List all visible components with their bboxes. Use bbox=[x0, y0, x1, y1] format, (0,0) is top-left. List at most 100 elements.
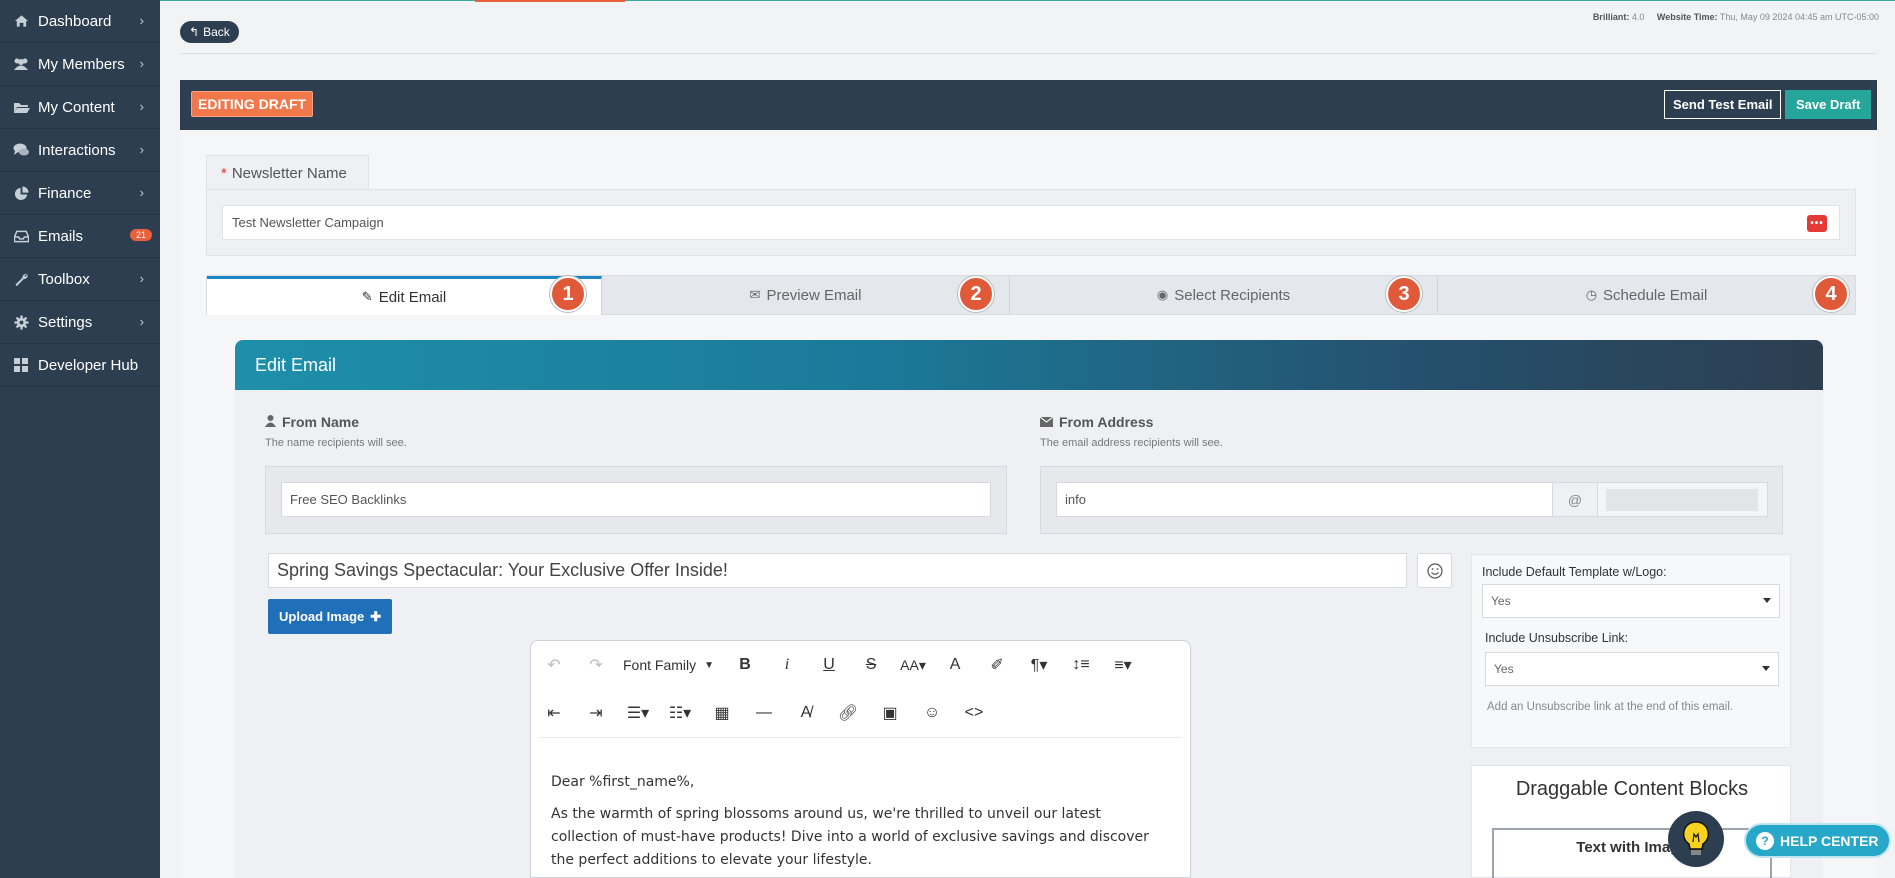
from-address-value: info bbox=[1065, 492, 1086, 507]
from-name-input[interactable]: Free SEO Backlinks bbox=[281, 482, 991, 517]
unordered-list-icon[interactable]: ☷▾ bbox=[665, 698, 695, 728]
content-block-card[interactable]: Text with Image bbox=[1492, 828, 1772, 878]
image-icon[interactable]: ▣ bbox=[875, 698, 905, 728]
sidebar-item-emails[interactable]: Emails 21 bbox=[0, 215, 160, 258]
sidebar-item-my-content[interactable]: My Content › bbox=[0, 86, 160, 129]
plus-icon: ✚ bbox=[370, 608, 382, 624]
tab-schedule-email[interactable]: ◷ Schedule Email bbox=[1438, 276, 1855, 314]
underline-icon[interactable]: U bbox=[814, 650, 844, 680]
tab-edit-email[interactable]: ✎ Edit Email bbox=[207, 276, 602, 315]
from-address-box: info @ bbox=[1040, 466, 1783, 534]
home-icon bbox=[12, 12, 30, 30]
from-name-help: The name recipients will see. bbox=[265, 437, 407, 449]
subject-value: Spring Savings Spectacular: Your Exclusi… bbox=[277, 560, 728, 580]
newsletter-name-label: Newsletter Name bbox=[231, 164, 347, 182]
back-button[interactable]: ↰ Back bbox=[180, 21, 239, 43]
undo-icon[interactable]: ↶ bbox=[539, 650, 569, 680]
newsletter-name-box: Test Newsletter Campaign ••• bbox=[206, 189, 1856, 256]
code-view-icon[interactable]: <> bbox=[959, 698, 989, 728]
newsletter-name-value: Test Newsletter Campaign bbox=[232, 215, 384, 230]
table-icon[interactable]: ▦ bbox=[707, 698, 737, 728]
sidebar-item-dashboard[interactable]: Dashboard › bbox=[0, 0, 160, 43]
indent-icon[interactable]: ⇥ bbox=[581, 698, 611, 728]
sidebar-item-settings[interactable]: Settings › bbox=[0, 301, 160, 344]
editor-paragraph: As the warmth of spring blossoms around … bbox=[551, 806, 1149, 868]
subject-input[interactable]: Spring Savings Spectacular: Your Exclusi… bbox=[268, 553, 1407, 588]
pie-chart-icon bbox=[12, 184, 30, 202]
step-tabs: ✎ Edit Email 1 ✉ Preview Email 2 ◉ Selec… bbox=[206, 275, 1856, 315]
chevron-right-icon: › bbox=[139, 13, 144, 28]
more-options-icon[interactable]: ••• bbox=[1807, 215, 1827, 232]
clear-format-icon[interactable]: A̸ bbox=[791, 698, 821, 728]
version-value: 4.0 bbox=[1631, 12, 1645, 22]
website-time-value: Thu, May 09 2024 04:45 am UTC-05:00 bbox=[1719, 12, 1879, 22]
font-size-icon[interactable]: AA▾ bbox=[898, 650, 928, 680]
italic-icon[interactable]: i bbox=[772, 650, 802, 680]
from-name-box: Free SEO Backlinks bbox=[265, 466, 1007, 534]
unsubscribe-link-label: Include Unsubscribe Link: bbox=[1485, 631, 1629, 645]
blocks-title: Draggable Content Blocks bbox=[1515, 778, 1749, 800]
emoji-picker-button[interactable] bbox=[1417, 553, 1452, 588]
tab-select-recipients[interactable]: ◉ Select Recipients bbox=[1010, 276, 1438, 314]
divider bbox=[180, 53, 1877, 54]
tab-label: Preview Email bbox=[766, 286, 862, 304]
sidebar-item-my-members[interactable]: My Members › bbox=[0, 43, 160, 86]
chevron-right-icon: › bbox=[139, 142, 144, 157]
newsletter-name-tab: * Newsletter Name bbox=[206, 155, 369, 190]
emoji-icon[interactable]: ☺ bbox=[917, 698, 947, 728]
step-number-badge: 1 bbox=[550, 276, 586, 312]
sidebar-item-label: Interactions bbox=[38, 141, 116, 159]
save-draft-button[interactable]: Save Draft bbox=[1785, 90, 1872, 119]
content-block-title: Text with Image bbox=[1576, 839, 1688, 856]
wrench-icon bbox=[12, 270, 30, 288]
sidebar-item-finance[interactable]: Finance › bbox=[0, 172, 160, 215]
bold-icon[interactable]: B bbox=[730, 650, 760, 680]
user-icon bbox=[265, 414, 276, 430]
sidebar-item-interactions[interactable]: Interactions › bbox=[0, 129, 160, 172]
sidebar-item-label: Dashboard bbox=[38, 12, 112, 30]
line-height-icon[interactable]: ↕≡ bbox=[1066, 650, 1096, 680]
tab-label: Edit Email bbox=[378, 288, 447, 306]
upload-image-label: Upload Image bbox=[279, 609, 365, 624]
newsletter-name-input[interactable]: Test Newsletter Campaign ••• bbox=[222, 205, 1840, 240]
site-info: Brilliant: 4.0 Website Time: Thu, May 09… bbox=[1593, 12, 1879, 22]
rich-text-editor[interactable]: ↶ ↷ Font Family ▼ B i U S AA▾ A ✐ ¶▾ ↕≡ … bbox=[530, 640, 1191, 878]
lightbulb-icon bbox=[1682, 821, 1710, 855]
align-icon[interactable]: ≡▾ bbox=[1108, 650, 1138, 680]
sidebar-item-label: Finance bbox=[38, 184, 92, 202]
editor-content[interactable]: Dear %first_name%, As the warmth of spri… bbox=[551, 771, 1171, 878]
link-icon[interactable]: 🔗︎ bbox=[833, 698, 863, 728]
strikethrough-icon[interactable]: S bbox=[856, 650, 886, 680]
redo-icon[interactable]: ↷ bbox=[581, 650, 611, 680]
sidebar-item-toolbox[interactable]: Toolbox › bbox=[0, 258, 160, 301]
from-address-input[interactable]: info bbox=[1056, 482, 1553, 517]
step-number-badge: 3 bbox=[1386, 276, 1422, 312]
from-name-label-text: From Name bbox=[282, 414, 360, 430]
text-color-icon[interactable]: A bbox=[940, 650, 970, 680]
inbox-icon bbox=[12, 227, 30, 245]
at-sign: @ bbox=[1552, 482, 1598, 517]
default-template-select[interactable]: Yes bbox=[1482, 584, 1780, 618]
question-icon: ? bbox=[1756, 831, 1774, 850]
tab-preview-email[interactable]: ✉ Preview Email bbox=[602, 276, 1010, 314]
chevron-right-icon: › bbox=[139, 56, 144, 71]
comments-icon bbox=[12, 141, 30, 159]
sidebar-item-label: Developer Hub bbox=[38, 356, 139, 374]
user-circle-icon: ◉ bbox=[1156, 287, 1169, 302]
paragraph-format-icon[interactable]: ¶▾ bbox=[1024, 650, 1054, 680]
outdent-icon[interactable]: ⇤ bbox=[539, 698, 569, 728]
upload-image-button[interactable]: Upload Image ✚ bbox=[268, 599, 393, 634]
ordered-list-icon[interactable]: ☰▾ bbox=[623, 698, 653, 728]
help-center-button[interactable]: ? HELP CENTER bbox=[1744, 823, 1891, 858]
send-test-email-button[interactable]: Send Test Email bbox=[1664, 90, 1782, 119]
sidebar-item-label: Toolbox bbox=[38, 270, 90, 288]
toolbar-divider bbox=[539, 737, 1182, 738]
unsubscribe-link-select[interactable]: Yes bbox=[1485, 652, 1779, 686]
default-template-value: Yes bbox=[1491, 594, 1511, 608]
horizontal-line-icon[interactable]: — bbox=[749, 698, 779, 728]
sidebar-item-label: My Content bbox=[38, 98, 115, 116]
lightbulb-button[interactable] bbox=[1668, 811, 1724, 867]
highlight-icon[interactable]: ✐ bbox=[982, 650, 1012, 680]
font-family-dropdown[interactable]: Font Family ▼ bbox=[623, 657, 714, 673]
sidebar-item-developer-hub[interactable]: Developer Hub bbox=[0, 344, 160, 387]
